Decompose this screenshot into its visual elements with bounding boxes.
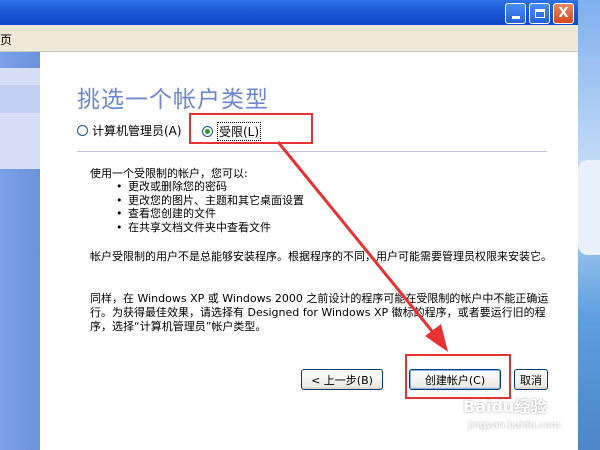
menu-home[interactable]: 主页 [0,31,12,48]
cloud-decoration [578,160,600,255]
minimize-button[interactable] [505,3,526,24]
maximize-button[interactable] [529,3,550,24]
close-button[interactable]: X [553,3,574,24]
list-item: 更改您的图片、主题和其它桌面设置 [116,194,304,208]
sidebar-task-panel [0,68,40,169]
radio-admin[interactable]: 计算机管理员(A) [77,122,182,139]
separator [77,151,547,152]
baidu-watermark-url: jingyan.baidu.com [468,420,561,431]
compatibility-note: 同样，在 Windows XP 或 Windows 2000 之前设计的程序可能… [90,292,549,333]
back-button[interactable]: < 上一步(B) [301,369,383,390]
sidebar-task-item[interactable] [0,85,40,113]
close-icon: X [558,6,569,21]
highlight-box-limited [189,113,313,144]
maximize-icon [534,9,545,18]
baidu-watermark: Baidu经验 [463,397,547,416]
desktop-background [578,0,600,450]
list-item: 在共享文档文件夹中查看文件 [116,221,304,235]
list-item: 更改或删除您的密码 [116,180,304,194]
list-item: 查看您创建的文件 [116,207,304,221]
window-titlebar[interactable]: X [0,0,578,25]
radio-admin-dot[interactable] [77,125,88,136]
page-title: 挑选一个帐户类型 [77,87,269,113]
install-note: 帐户受限制的用户不是总能够安装程序。根据程序的不同，用户可能需要管理员权限来安装… [90,250,552,263]
minimize-icon [511,16,520,19]
capability-list: 更改或删除您的密码 更改您的图片、主题和其它桌面设置 查看您创建的文件 在共享文… [116,180,304,234]
cancel-button[interactable]: 取消 [514,369,548,390]
intro-text: 使用一个受限制的帐户，您可以: [90,167,248,180]
menubar: 主页 [0,25,578,52]
radio-admin-label: 计算机管理员(A) [92,124,182,138]
sidebar [0,52,40,450]
